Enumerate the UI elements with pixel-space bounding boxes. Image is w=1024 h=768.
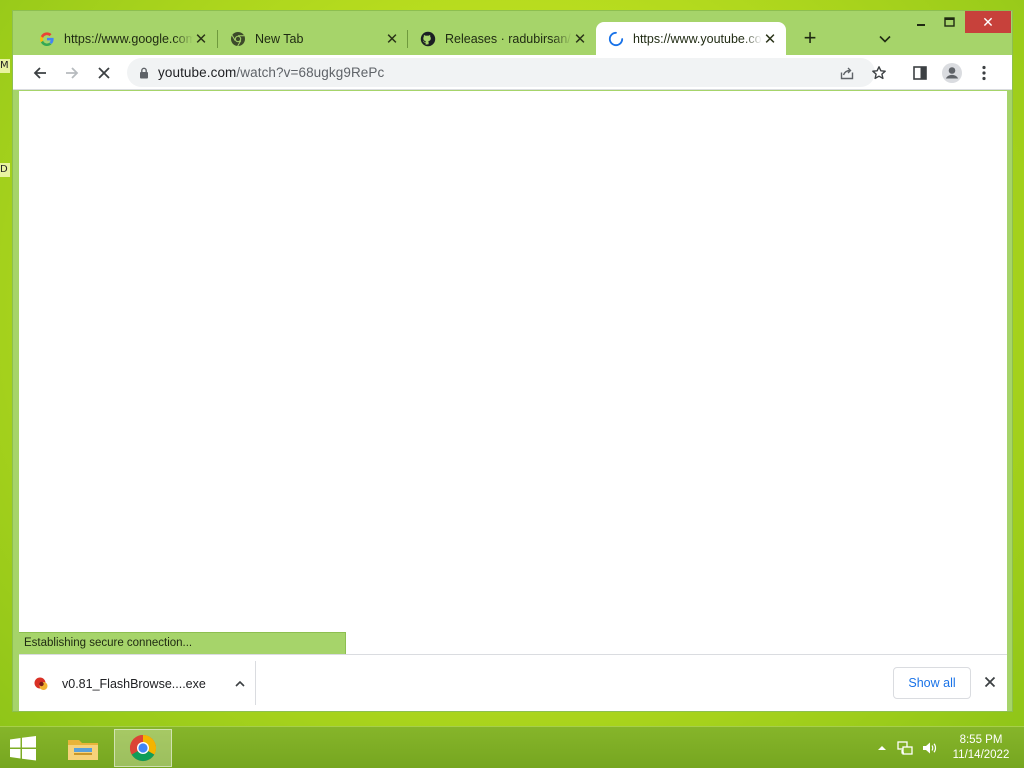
loading-spinner-icon [608, 31, 624, 47]
chevron-up-icon[interactable] [233, 677, 247, 691]
stop-loading-button[interactable] [90, 59, 118, 87]
desktop-icon-label: M [0, 59, 10, 73]
download-filename: v0.81_FlashBrowse....exe [62, 677, 206, 691]
address-host: youtube.com [158, 65, 237, 80]
tab-strip: https://www.google.com ✕ New Tab ✕ Relea… [13, 11, 1012, 55]
clock-date: 11/14/2022 [952, 749, 1010, 761]
tab-new-tab[interactable]: New Tab ✕ [218, 22, 408, 55]
file-explorer-icon[interactable] [54, 729, 112, 767]
tab-title: https://www.youtube.com [633, 31, 762, 46]
bookmark-star-icon[interactable] [868, 62, 890, 84]
page-content[interactable] [19, 91, 1007, 654]
tab-title: https://www.google.com [64, 31, 193, 46]
volume-icon[interactable] [921, 740, 937, 756]
side-panel-icon[interactable] [906, 59, 934, 87]
show-hidden-icons-icon[interactable] [874, 740, 890, 756]
profile-avatar-icon[interactable] [938, 59, 966, 87]
new-tab-button[interactable]: + [798, 27, 822, 51]
close-tab-icon[interactable]: ✕ [762, 31, 778, 48]
clock-time: 8:55 PM [959, 734, 1003, 746]
google-icon [39, 31, 55, 47]
tab-youtube[interactable]: https://www.youtube.com ✕ [596, 22, 786, 55]
download-separator [255, 661, 256, 705]
chrome-taskbar-icon[interactable] [114, 729, 172, 767]
download-item[interactable]: v0.81_FlashBrowse....exe [33, 667, 255, 701]
address-bar[interactable]: youtube.com/watch?v=68ugkg9RePc [127, 58, 886, 87]
desktop-icon-label: D [0, 163, 10, 177]
close-shelf-icon[interactable] [979, 671, 1001, 693]
status-bubble: Establishing secure connection... [19, 632, 346, 654]
download-shelf: v0.81_FlashBrowse....exe Show all [19, 654, 1007, 711]
menu-kebab-icon[interactable] [970, 59, 998, 87]
back-button[interactable] [26, 59, 54, 87]
windows-start-button[interactable] [8, 735, 38, 761]
tab-github-releases[interactable]: Releases · radubirsan/FlashBrowser ✕ [408, 22, 596, 55]
github-icon [420, 31, 436, 47]
forward-button[interactable] [58, 59, 86, 87]
browser-window: https://www.google.com ✕ New Tab ✕ Relea… [12, 10, 1013, 712]
address-path: /watch?v=68ugkg9RePc [236, 65, 385, 80]
chrome-icon [230, 31, 246, 47]
close-tab-icon[interactable]: ✕ [384, 31, 400, 48]
close-tab-icon[interactable]: ✕ [572, 31, 588, 48]
tab-google[interactable]: https://www.google.com ✕ [27, 22, 217, 55]
address-text[interactable]: youtube.com/watch?v=68ugkg9RePc [158, 65, 384, 80]
browser-toolbar: youtube.com/watch?v=68ugkg9RePc [13, 55, 1012, 90]
taskbar-clock[interactable]: 8:55 PM 11/14/2022 [944, 733, 1018, 763]
tab-search-chevron-icon[interactable] [875, 29, 895, 49]
tab-title: Releases · radubirsan/FlashBrowser [445, 31, 572, 46]
share-icon[interactable] [836, 62, 858, 84]
minimize-button[interactable] [907, 11, 935, 33]
flash-installer-icon [33, 676, 49, 692]
show-all-downloads-button[interactable]: Show all [893, 667, 971, 699]
lock-icon[interactable] [139, 67, 149, 79]
tab-title: New Tab [255, 31, 304, 46]
network-icon[interactable] [897, 740, 913, 756]
close-tab-icon[interactable]: ✕ [193, 31, 209, 48]
maximize-button[interactable] [935, 11, 963, 33]
taskbar: 8:55 PM 11/14/2022 [0, 726, 1024, 768]
close-window-button[interactable]: ✕ [965, 11, 1011, 33]
